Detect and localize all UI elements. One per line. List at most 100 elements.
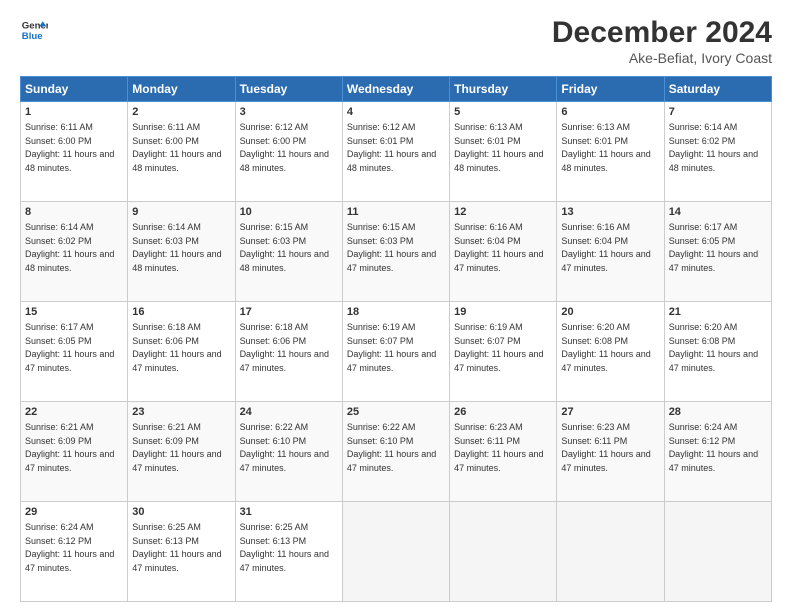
table-row: 1 Sunrise: 6:11 AMSunset: 6:00 PMDaylight… (21, 102, 128, 202)
subtitle: Ake-Befiat, Ivory Coast (552, 50, 772, 66)
table-row: 5 Sunrise: 6:13 AMSunset: 6:01 PMDaylight… (450, 102, 557, 202)
day-info: Sunrise: 6:21 AMSunset: 6:09 PMDaylight:… (25, 422, 114, 473)
table-row: 18Sunrise: 6:19 AMSunset: 6:07 PMDayligh… (342, 302, 449, 402)
day-number: 7 (669, 105, 767, 120)
table-row (557, 502, 664, 602)
col-monday: Monday (128, 77, 235, 102)
day-info: Sunrise: 6:12 AMSunset: 6:01 PMDaylight:… (347, 122, 436, 173)
table-row: 17 Sunrise: 6:18 AMSunset: 6:06 PMDayligh… (235, 302, 342, 402)
day-number: 4 (347, 105, 445, 120)
table-row: 4 Sunrise: 6:12 AMSunset: 6:01 PMDaylight… (342, 102, 449, 202)
table-row: 31 Sunrise: 6:25 AMSunset: 6:13 PMDayligh… (235, 502, 342, 602)
day-number: 23 (132, 405, 230, 420)
table-row: 27 Sunrise: 6:23 AMSunset: 6:11 PMDayligh… (557, 402, 664, 502)
day-number: 24 (240, 405, 338, 420)
table-row: 24 Sunrise: 6:22 AMSunset: 6:10 PMDayligh… (235, 402, 342, 502)
logo-icon: General Blue (20, 16, 48, 44)
day-number: 13 (561, 205, 659, 220)
day-number: 9 (132, 205, 230, 220)
logo: General Blue (20, 16, 48, 44)
day-number: 11 (347, 205, 445, 220)
day-info: Sunrise: 6:17 AMSunset: 6:05 PMDaylight:… (669, 222, 758, 273)
day-number: 31 (240, 505, 338, 520)
day-info: Sunrise: 6:17 AMSunset: 6:05 PMDaylight:… (25, 322, 114, 373)
day-number: 18 (347, 305, 445, 320)
day-info: Sunrise: 6:16 AMSunset: 6:04 PMDaylight:… (561, 222, 650, 273)
day-number: 12 (454, 205, 552, 220)
page: General Blue December 2024 Ake-Befiat, I… (0, 0, 792, 612)
day-number: 10 (240, 205, 338, 220)
day-info: Sunrise: 6:24 AMSunset: 6:12 PMDaylight:… (669, 422, 758, 473)
day-number: 15 (25, 305, 123, 320)
table-row: 21Sunrise: 6:20 AMSunset: 6:08 PMDayligh… (664, 302, 771, 402)
table-row (664, 502, 771, 602)
col-sunday: Sunday (21, 77, 128, 102)
svg-text:Blue: Blue (22, 31, 43, 42)
col-tuesday: Tuesday (235, 77, 342, 102)
table-row: 8 Sunrise: 6:14 AMSunset: 6:02 PMDaylight… (21, 202, 128, 302)
table-row: 11 Sunrise: 6:15 AMSunset: 6:03 PMDayligh… (342, 202, 449, 302)
table-row: 7Sunrise: 6:14 AMSunset: 6:02 PMDaylight… (664, 102, 771, 202)
day-number: 27 (561, 405, 659, 420)
day-number: 2 (132, 105, 230, 120)
day-number: 26 (454, 405, 552, 420)
calendar-header-row: Sunday Monday Tuesday Wednesday Thursday… (21, 77, 772, 102)
table-row: 29Sunrise: 6:24 AMSunset: 6:12 PMDayligh… (21, 502, 128, 602)
day-info: Sunrise: 6:13 AMSunset: 6:01 PMDaylight:… (454, 122, 543, 173)
day-number: 17 (240, 305, 338, 320)
day-info: Sunrise: 6:19 AMSunset: 6:07 PMDaylight:… (454, 322, 543, 373)
day-info: Sunrise: 6:22 AMSunset: 6:10 PMDaylight:… (347, 422, 436, 473)
table-row: 2 Sunrise: 6:11 AMSunset: 6:00 PMDaylight… (128, 102, 235, 202)
day-number: 21 (669, 305, 767, 320)
day-info: Sunrise: 6:14 AMSunset: 6:02 PMDaylight:… (25, 222, 114, 273)
day-info: Sunrise: 6:18 AMSunset: 6:06 PMDaylight:… (240, 322, 329, 373)
table-row: 16Sunrise: 6:18 AMSunset: 6:06 PMDayligh… (128, 302, 235, 402)
day-info: Sunrise: 6:21 AMSunset: 6:09 PMDaylight:… (132, 422, 221, 473)
col-friday: Friday (557, 77, 664, 102)
day-info: Sunrise: 6:23 AMSunset: 6:11 PMDaylight:… (454, 422, 543, 473)
day-number: 20 (561, 305, 659, 320)
day-info: Sunrise: 6:15 AMSunset: 6:03 PMDaylight:… (347, 222, 436, 273)
day-number: 6 (561, 105, 659, 120)
day-info: Sunrise: 6:15 AMSunset: 6:03 PMDaylight:… (240, 222, 329, 273)
day-info: Sunrise: 6:22 AMSunset: 6:10 PMDaylight:… (240, 422, 329, 473)
day-info: Sunrise: 6:11 AMSunset: 6:00 PMDaylight:… (25, 122, 114, 173)
day-number: 8 (25, 205, 123, 220)
calendar-week-row: 22 Sunrise: 6:21 AMSunset: 6:09 PMDayligh… (21, 402, 772, 502)
table-row: 15 Sunrise: 6:17 AMSunset: 6:05 PMDayligh… (21, 302, 128, 402)
day-number: 25 (347, 405, 445, 420)
table-row: 12Sunrise: 6:16 AMSunset: 6:04 PMDayligh… (450, 202, 557, 302)
main-title: December 2024 (552, 16, 772, 50)
table-row: 19 Sunrise: 6:19 AMSunset: 6:07 PMDayligh… (450, 302, 557, 402)
day-info: Sunrise: 6:14 AMSunset: 6:03 PMDaylight:… (132, 222, 221, 273)
calendar-week-row: 1 Sunrise: 6:11 AMSunset: 6:00 PMDaylight… (21, 102, 772, 202)
header: General Blue December 2024 Ake-Befiat, I… (20, 16, 772, 66)
table-row: 30Sunrise: 6:25 AMSunset: 6:13 PMDayligh… (128, 502, 235, 602)
table-row: 9 Sunrise: 6:14 AMSunset: 6:03 PMDaylight… (128, 202, 235, 302)
table-row: 6Sunrise: 6:13 AMSunset: 6:01 PMDaylight… (557, 102, 664, 202)
day-number: 1 (25, 105, 123, 120)
table-row: 22 Sunrise: 6:21 AMSunset: 6:09 PMDayligh… (21, 402, 128, 502)
day-info: Sunrise: 6:23 AMSunset: 6:11 PMDaylight:… (561, 422, 650, 473)
day-number: 19 (454, 305, 552, 320)
day-number: 22 (25, 405, 123, 420)
day-info: Sunrise: 6:11 AMSunset: 6:00 PMDaylight:… (132, 122, 221, 173)
calendar-table: Sunday Monday Tuesday Wednesday Thursday… (20, 76, 772, 602)
day-info: Sunrise: 6:25 AMSunset: 6:13 PMDaylight:… (240, 522, 329, 573)
day-info: Sunrise: 6:18 AMSunset: 6:06 PMDaylight:… (132, 322, 221, 373)
day-number: 5 (454, 105, 552, 120)
table-row (450, 502, 557, 602)
col-saturday: Saturday (664, 77, 771, 102)
col-wednesday: Wednesday (342, 77, 449, 102)
title-block: December 2024 Ake-Befiat, Ivory Coast (552, 16, 772, 66)
day-info: Sunrise: 6:12 AMSunset: 6:00 PMDaylight:… (240, 122, 329, 173)
table-row: 10 Sunrise: 6:15 AMSunset: 6:03 PMDayligh… (235, 202, 342, 302)
table-row: 20 Sunrise: 6:20 AMSunset: 6:08 PMDayligh… (557, 302, 664, 402)
calendar-week-row: 15 Sunrise: 6:17 AMSunset: 6:05 PMDayligh… (21, 302, 772, 402)
table-row: 23 Sunrise: 6:21 AMSunset: 6:09 PMDayligh… (128, 402, 235, 502)
table-row: 14 Sunrise: 6:17 AMSunset: 6:05 PMDayligh… (664, 202, 771, 302)
table-row: 25 Sunrise: 6:22 AMSunset: 6:10 PMDayligh… (342, 402, 449, 502)
col-thursday: Thursday (450, 77, 557, 102)
day-number: 14 (669, 205, 767, 220)
day-info: Sunrise: 6:20 AMSunset: 6:08 PMDaylight:… (561, 322, 650, 373)
